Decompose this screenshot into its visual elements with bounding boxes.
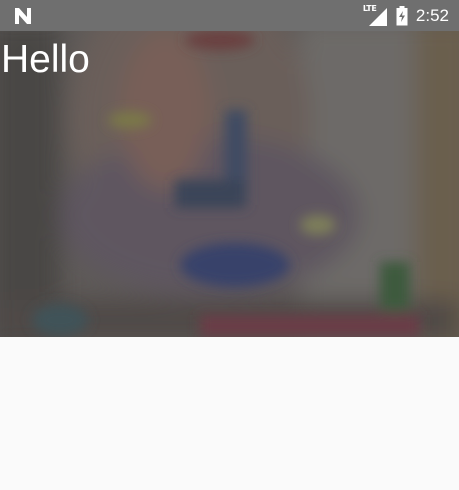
status-bar: LTE 2:52 <box>0 0 459 31</box>
battery-icon <box>396 6 408 26</box>
content-area <box>0 337 459 490</box>
hero-title: Hello <box>1 38 90 81</box>
signal-icon <box>368 8 387 26</box>
app-screen: LTE 2:52 Hello <box>0 0 459 490</box>
hero-banner: Hello <box>0 0 459 337</box>
lte-signal-group: LTE <box>363 5 388 26</box>
status-right-group: LTE 2:52 <box>363 5 449 27</box>
clock-time: 2:52 <box>415 6 449 25</box>
n-icon <box>15 8 31 24</box>
